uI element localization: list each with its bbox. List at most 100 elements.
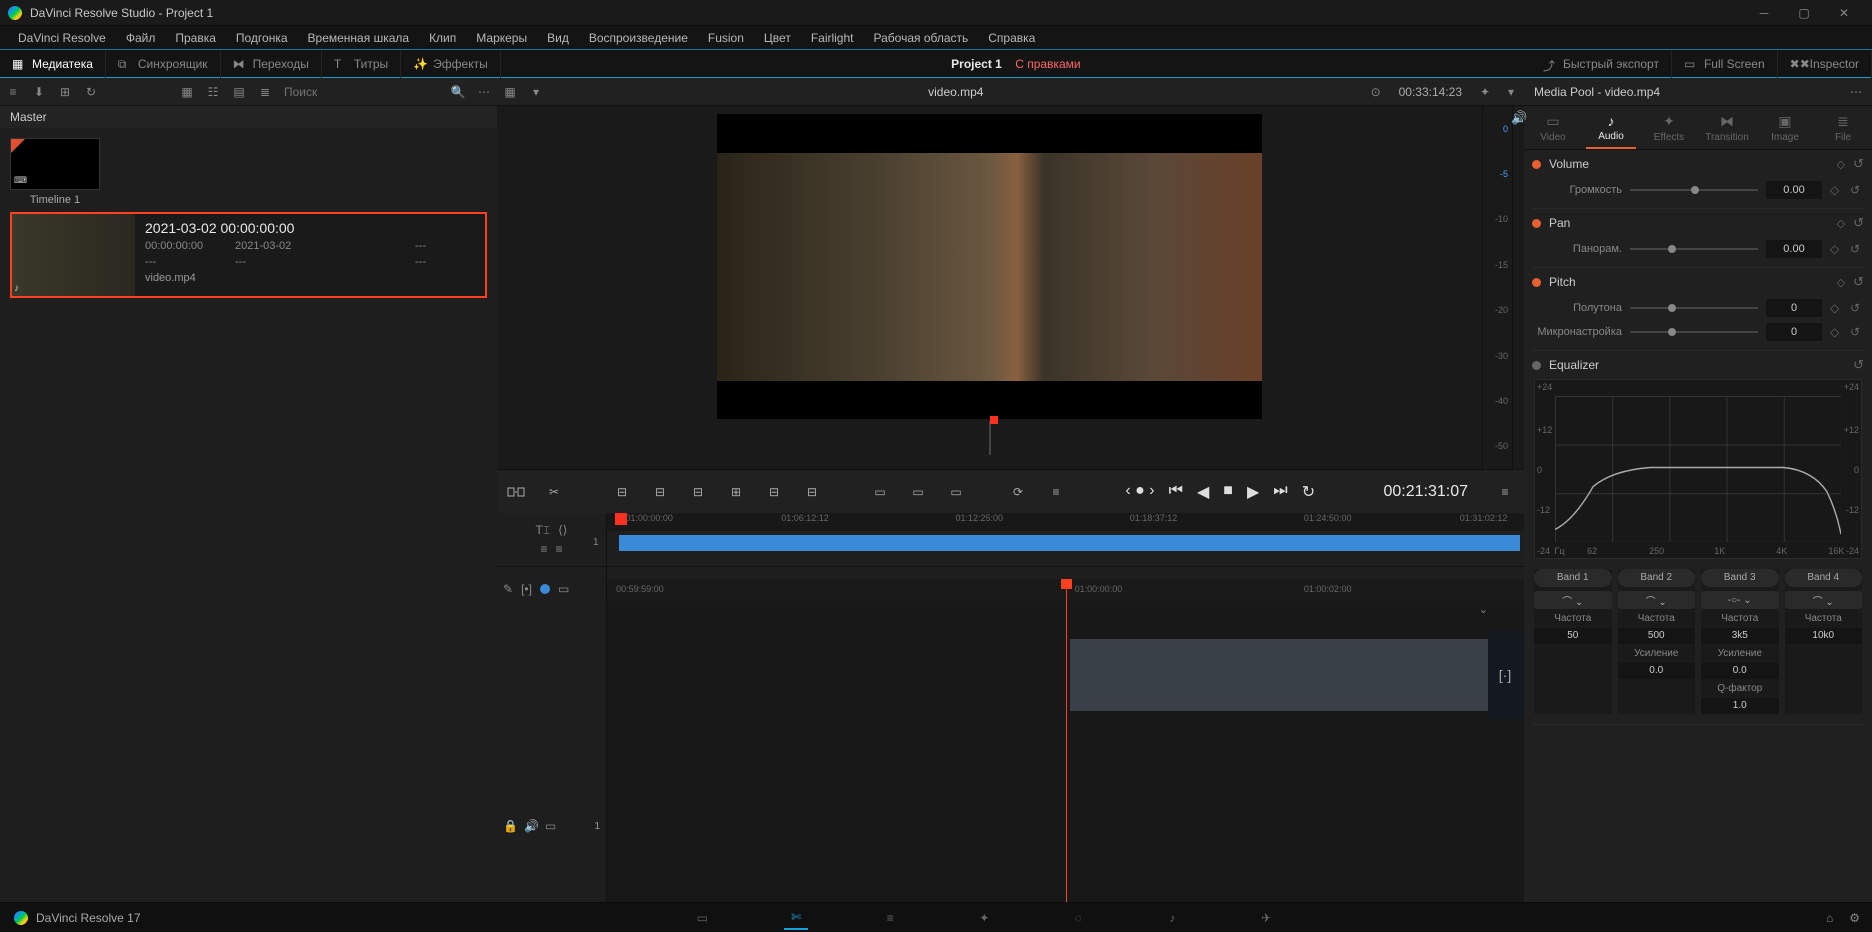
keyframe-icon[interactable]: ◇ — [1837, 217, 1845, 230]
source-overwrite-icon[interactable]: ⊟ — [759, 477, 789, 507]
band-type-select[interactable]: ⌒ ⌄ — [1785, 591, 1863, 609]
home-icon[interactable]: ⌂ — [1826, 911, 1833, 925]
reset-icon[interactable]: ↺ — [1850, 183, 1864, 197]
band-freq[interactable]: 50 — [1534, 628, 1612, 644]
list-icon[interactable]: ≡ — [1041, 477, 1071, 507]
tab-audio[interactable]: ♪Audio — [1582, 106, 1640, 149]
timeline-thumbnail[interactable]: ⌨ Timeline 1 — [10, 138, 100, 206]
smart-insert-icon[interactable] — [501, 477, 531, 507]
next-clip-button[interactable]: ⏭ — [1273, 482, 1287, 502]
tab-effects[interactable]: ✦Effects — [1640, 106, 1698, 149]
keyframe-icon[interactable]: ◇ — [1830, 242, 1842, 256]
play-reverse-button[interactable]: ◀ — [1197, 482, 1209, 502]
video-track-icon[interactable]: ▭ — [545, 819, 556, 833]
page-fusion[interactable]: ✦ — [972, 906, 996, 930]
tab-titles[interactable]: T Титры — [322, 50, 401, 78]
keyframe-icon[interactable]: ◇ — [1837, 276, 1845, 289]
safe-area-icon[interactable]: ✦ — [1472, 79, 1498, 105]
band-name[interactable]: Band 3 — [1701, 569, 1779, 587]
stop-button[interactable]: ■ — [1223, 482, 1233, 502]
prev-clip-button[interactable]: ⏮ — [1169, 482, 1183, 502]
options-icon[interactable]: ⋯ — [471, 79, 497, 105]
maximize-button[interactable]: ▢ — [1784, 0, 1824, 26]
menu-item[interactable]: Fusion — [698, 31, 754, 45]
viewer-menu-icon[interactable]: ▾ — [1498, 79, 1524, 105]
master-bin-label[interactable]: Master — [0, 106, 497, 128]
search-input[interactable] — [278, 85, 445, 99]
filmstrip-icon[interactable]: ≣ — [252, 79, 278, 105]
tab-image[interactable]: ▣Image — [1756, 106, 1814, 149]
band-freq[interactable]: 500 — [1618, 628, 1696, 644]
cut-icon[interactable]: ✂ — [539, 477, 569, 507]
finetune-value[interactable]: 0 — [1766, 323, 1822, 341]
clip-item-selected[interactable]: ♪ 2021-03-02 00:00:00:00 00:00:00:00 202… — [10, 212, 487, 298]
boring-detector-icon[interactable]: ▦ — [497, 79, 523, 105]
history-icon[interactable]: ↻ — [78, 79, 104, 105]
enable-toggle[interactable] — [1532, 278, 1541, 287]
timeline-align-left-icon[interactable]: ≡ — [540, 542, 547, 556]
enable-toggle[interactable] — [1532, 219, 1541, 228]
menu-item[interactable]: Временная шкала — [298, 31, 420, 45]
pan-value[interactable]: 0.00 — [1766, 240, 1822, 258]
mute-icon[interactable]: 🔊 — [524, 819, 539, 833]
overwrite-icon[interactable]: ⊟ — [797, 477, 827, 507]
tab-transitions[interactable]: ⧓ Переходы — [221, 50, 322, 78]
page-cut[interactable]: ✄ — [784, 906, 808, 930]
semitone-slider[interactable] — [1630, 307, 1758, 309]
quick-export-button[interactable]: ⤴ Быстрый экспорт — [1531, 50, 1672, 78]
volume-slider[interactable] — [1630, 189, 1758, 191]
tab-sync-bin[interactable]: ⧉ Синхроящик — [106, 50, 221, 78]
viewer-screen[interactable] — [717, 114, 1262, 419]
sync-icon[interactable]: ⟳ — [1003, 477, 1033, 507]
place-on-top-icon[interactable]: ⊞ — [721, 477, 751, 507]
fullscreen-button[interactable]: ▭ Full Screen — [1672, 50, 1778, 78]
page-edit[interactable]: ≡ — [878, 906, 902, 930]
loop-button[interactable]: ↻ — [1302, 482, 1315, 502]
ripple-icon[interactable]: ⊟ — [645, 477, 675, 507]
band-type-select[interactable]: -○- ⌄ — [1701, 591, 1779, 609]
detail-playhead-icon[interactable] — [1066, 579, 1067, 902]
overview-track[interactable]: 01:00:00:00 01:06:12:12 01:12:25:00 01:1… — [607, 513, 1524, 566]
pan-slider[interactable] — [1630, 248, 1758, 250]
menu-item[interactable]: Справка — [978, 31, 1045, 45]
band-q[interactable]: 1.0 — [1701, 698, 1779, 714]
menu-item[interactable]: Рабочая область — [864, 31, 979, 45]
reset-icon[interactable]: ↺ — [1850, 242, 1864, 256]
keyframe-icon[interactable]: ◇ — [1830, 301, 1842, 315]
timeline-clip[interactable] — [1070, 639, 1488, 711]
tab-media-pool[interactable]: ▦ Медиатека — [0, 50, 106, 78]
reset-icon[interactable]: ↺ — [1853, 215, 1864, 231]
menu-item[interactable]: Цвет — [754, 31, 801, 45]
timeline-options-icon[interactable]: ≡ — [1490, 477, 1520, 507]
thumbview-icon[interactable]: ▦ — [174, 79, 200, 105]
snap-toggle[interactable] — [540, 584, 550, 594]
close-button[interactable]: ✕ — [1824, 0, 1864, 26]
inspector-button[interactable]: ✖✖ Inspector — [1778, 50, 1872, 78]
page-deliver[interactable]: ✈ — [1254, 906, 1278, 930]
keyframe-icon[interactable]: ◇ — [1837, 158, 1845, 171]
tab-effects[interactable]: ✨ Эффекты — [401, 50, 501, 78]
band-freq[interactable]: 10k0 — [1785, 628, 1863, 644]
menu-item[interactable]: Fairlight — [801, 31, 864, 45]
menu-item[interactable]: Файл — [116, 31, 166, 45]
band-name[interactable]: Band 2 — [1618, 569, 1696, 587]
timeline-ab-icon[interactable]: ⟨⟩ — [558, 523, 567, 538]
eq-graph[interactable]: +24 +24 +12 +12 0 0 -12 -12 -24 -24 Гц 6… — [1534, 379, 1862, 559]
tools-icon[interactable]: ▾ — [523, 79, 549, 105]
menu-item[interactable]: DaVinci Resolve — [8, 31, 116, 45]
keyframe-icon[interactable]: ◇ — [1830, 325, 1842, 339]
inspector-menu-icon[interactable]: ⋯ — [1850, 85, 1862, 99]
overview-playhead-icon[interactable] — [615, 513, 627, 525]
razor-icon[interactable]: ✎ — [503, 582, 513, 596]
marker-icon[interactable]: [•] — [521, 582, 532, 596]
menu-item[interactable]: Воспроизведение — [579, 31, 698, 45]
play-button[interactable]: ▶ — [1247, 482, 1259, 502]
band-name[interactable]: Band 4 — [1785, 569, 1863, 587]
keyframe-icon[interactable]: ◇ — [1830, 183, 1842, 197]
match-frame-icon[interactable]: ⊙ — [1363, 79, 1389, 105]
reset-icon[interactable]: ↺ — [1853, 156, 1864, 172]
band-gain[interactable]: 0.0 — [1701, 663, 1779, 679]
smooth-cut-icon[interactable]: ▭ — [941, 477, 971, 507]
stripview-icon[interactable]: ▤ — [226, 79, 252, 105]
band-gain[interactable]: 0.0 — [1618, 663, 1696, 679]
